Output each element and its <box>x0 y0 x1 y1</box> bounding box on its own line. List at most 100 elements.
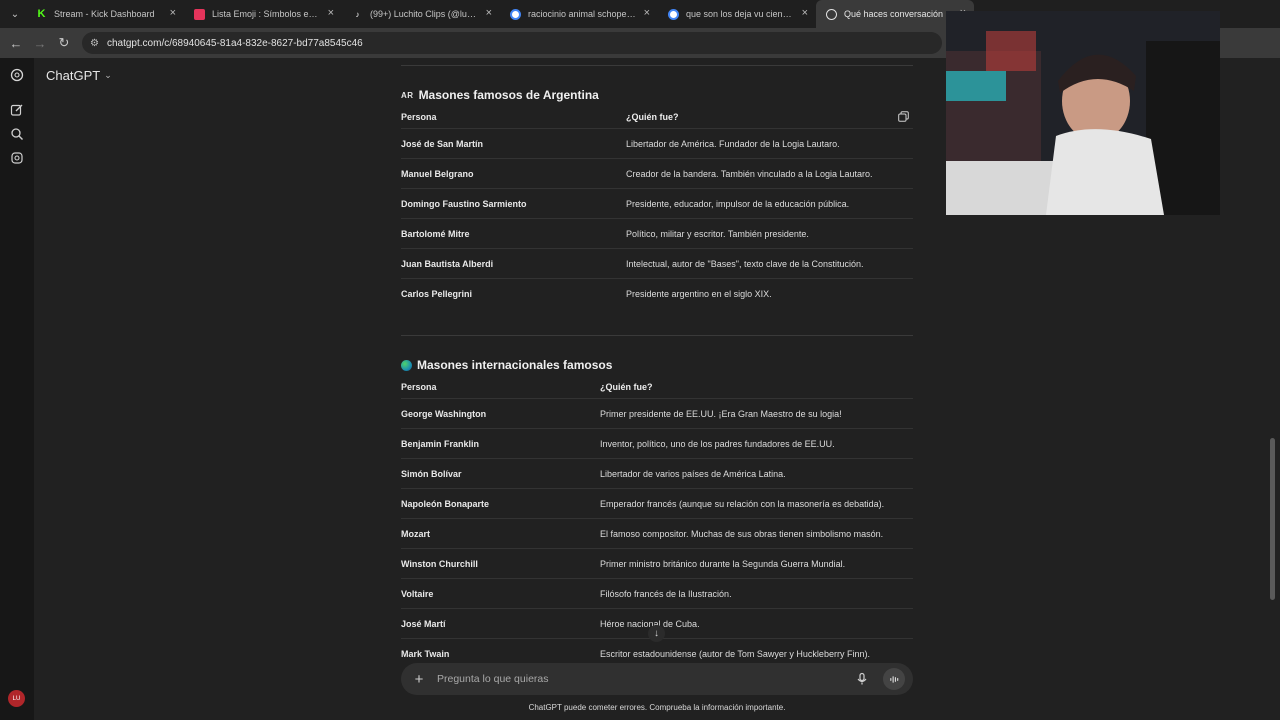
chevron-down-icon: ⌄ <box>104 70 112 80</box>
streamer-webcam-image <box>946 11 1220 215</box>
table-row: Winston Churchill Primer ministro británi… <box>401 548 913 578</box>
model-label: ChatGPT <box>46 68 101 83</box>
address-bar[interactable]: ⚙ chatgpt.com/c/68940645-81a4-832e-8627-… <box>82 32 942 54</box>
waveform-icon <box>889 675 898 683</box>
tab-search-chevron-icon[interactable]: ⌄ <box>4 4 26 24</box>
person-name: Simón Bolívar <box>401 468 462 479</box>
person-description: El famoso compositor. Muchas de sus obra… <box>600 528 884 539</box>
person-description: Presidente argentino en el siglo XIX. <box>626 288 772 299</box>
argentina-flag-icon: AR <box>401 90 414 100</box>
section-heading: Masones internacionales famosos <box>417 358 613 372</box>
person-description: Intelectual, autor de "Bases", texto cla… <box>626 258 864 269</box>
column-header-persona: Persona <box>401 382 437 392</box>
back-arrow-icon[interactable]: ← <box>4 36 28 51</box>
sidebar-rail: LU <box>0 58 34 720</box>
section-title-international: Masones internacionales famosos <box>401 358 612 372</box>
person-name: Voltaire <box>401 588 434 599</box>
table-row: Voltaire Filósofo francés de la Ilustraci… <box>401 578 913 608</box>
kick-icon: K <box>37 8 46 20</box>
person-description: Emperador francés (aunque su relación co… <box>600 498 885 509</box>
forward-arrow-icon[interactable]: → <box>28 36 52 51</box>
model-selector[interactable]: ChatGPT ⌄ <box>46 68 112 83</box>
scroll-to-bottom-arrow-icon[interactable]: ↓ <box>648 625 665 642</box>
table-row: José de San Martín Libertador de América.… <box>401 128 913 158</box>
person-name: Juan Bautista Alberdi <box>401 258 494 269</box>
person-name: Benjamin Franklin <box>401 438 480 449</box>
microphone-icon[interactable] <box>855 672 869 686</box>
person-description: Primer ministro británico durante la Seg… <box>600 558 846 569</box>
reload-icon[interactable]: ↻ <box>52 35 76 51</box>
column-header-quien: ¿Quién fue? <box>626 112 679 122</box>
tab-label: raciocinio animal schopenhaue <box>528 9 636 19</box>
close-icon[interactable]: × <box>644 8 650 19</box>
tab-label: Lista Emoji : Símbolos emoji na <box>212 9 320 19</box>
person-name: Bartolomé Mitre <box>401 228 470 239</box>
person-name: José de San Martín <box>401 138 484 149</box>
divider <box>401 335 913 336</box>
close-icon[interactable]: × <box>170 8 176 19</box>
person-description: Político, militar y escritor. También pr… <box>626 228 809 239</box>
table-row: Simón Bolívar Libertador de varios países… <box>401 458 913 488</box>
table-row: Napoleón Bonaparte Emperador francés (aun… <box>401 488 913 518</box>
library-icon[interactable] <box>10 151 24 165</box>
search-icon[interactable] <box>10 127 24 141</box>
person-description: Escritor estadounidense (autor de Tom Sa… <box>600 648 870 659</box>
person-description: Presidente, educador, impulsor de la edu… <box>626 198 850 209</box>
webcam-overlay <box>946 11 1220 215</box>
table-row: Mozart El famoso compositor. Muchas de su… <box>401 518 913 548</box>
globe-icon <box>401 359 412 371</box>
plus-icon[interactable]: + <box>401 671 437 688</box>
person-name: Mozart <box>401 528 430 539</box>
message-composer[interactable]: + Pregunta lo que quieras <box>401 663 913 695</box>
avatar[interactable]: LU <box>8 690 25 707</box>
person-name: Winston Churchill <box>401 558 478 569</box>
table-row: Domingo Faustino Sarmiento Presidente, ed… <box>401 188 913 218</box>
table-row: Bartolomé Mitre Político, militar y escri… <box>401 218 913 248</box>
emoji-list-icon <box>194 8 205 20</box>
person-name: Domingo Faustino Sarmiento <box>401 198 527 209</box>
prompt-input[interactable]: Pregunta lo que quieras <box>437 673 855 685</box>
person-name: Napoleón Bonaparte <box>401 498 490 509</box>
disclaimer-text: ChatGPT puede cometer errores. Comprueba… <box>528 703 786 712</box>
chatgpt-logo-icon[interactable] <box>10 68 24 82</box>
google-icon <box>668 8 679 20</box>
person-description: Primer presidente de EE.UU. ¡Era Gran Ma… <box>600 408 842 419</box>
browser-tab[interactable]: ♪ (99+) Luchito Clips (@luchito.cl × <box>342 0 500 28</box>
browser-tab[interactable]: raciocinio animal schopenhaue × <box>500 0 658 28</box>
google-icon <box>510 8 521 20</box>
tab-label: Stream - Kick Dashboard <box>54 9 155 19</box>
browser-tab[interactable]: Lista Emoji : Símbolos emoji na × <box>184 0 342 28</box>
person-name: George Washington <box>401 408 487 419</box>
voice-mode-button[interactable] <box>883 668 905 690</box>
person-name: Mark Twain <box>401 648 450 659</box>
table-row: George Washington Primer presidente de EE… <box>401 398 913 428</box>
tab-label: (99+) Luchito Clips (@luchito.cl <box>370 9 478 19</box>
person-name: Manuel Belgrano <box>401 168 474 179</box>
close-icon[interactable]: × <box>802 8 808 19</box>
person-description: Filósofo francés de la Ilustración. <box>600 588 732 599</box>
close-icon[interactable]: × <box>486 8 492 19</box>
person-description: Inventor, político, uno de los padres fu… <box>600 438 835 449</box>
table-row: Carlos Pellegrini Presidente argentino en… <box>401 278 913 308</box>
section-title-argentina: AR Masones famosos de Argentina <box>401 88 599 102</box>
column-header-persona: Persona <box>401 112 437 122</box>
tab-label: que son los deja vu cientificam <box>686 9 794 19</box>
browser-tab[interactable]: K Stream - Kick Dashboard × <box>26 0 184 28</box>
table-row: Juan Bautista Alberdi Intelectual, autor … <box>401 248 913 278</box>
table-row: Manuel Belgrano Creador de la bandera. Ta… <box>401 158 913 188</box>
person-description: Libertador de América. Fundador de la Lo… <box>626 138 840 149</box>
new-chat-icon[interactable] <box>10 103 24 117</box>
person-name: José Martí <box>401 618 446 629</box>
site-settings-icon[interactable]: ⚙ <box>90 38 99 49</box>
browser-tab[interactable]: que son los deja vu cientificam × <box>658 0 816 28</box>
divider <box>401 65 913 66</box>
section-heading: Masones famosos de Argentina <box>418 88 599 102</box>
column-header-quien: ¿Quién fue? <box>600 382 653 392</box>
copy-table-icon[interactable] <box>898 111 909 122</box>
tiktok-icon: ♪ <box>355 9 360 19</box>
tab-label: Qué haces conversación <box>844 9 944 19</box>
scrollbar[interactable] <box>1270 438 1275 600</box>
person-description: Libertador de varios países de América L… <box>600 468 786 479</box>
table-row: Benjamin Franklin Inventor, político, uno… <box>401 428 913 458</box>
close-icon[interactable]: × <box>328 8 334 19</box>
